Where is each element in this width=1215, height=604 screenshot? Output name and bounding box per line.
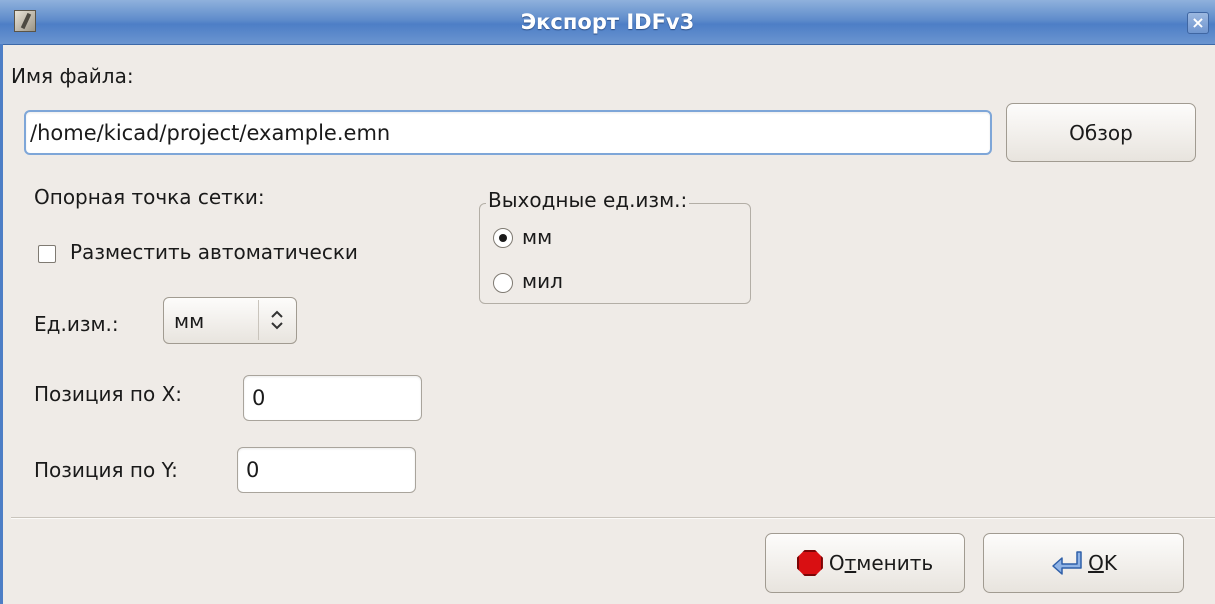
window-title: Экспорт IDFv3 bbox=[520, 10, 695, 34]
units-radio-mil[interactable] bbox=[493, 273, 513, 293]
x-position-label: Позиция по X: bbox=[34, 382, 183, 406]
window-frame-left bbox=[0, 44, 3, 604]
y-position-value: 0 bbox=[246, 458, 260, 482]
filename-input-value: /home/kicad/project/example.emn bbox=[30, 120, 391, 145]
units-select-value: мм bbox=[174, 308, 205, 333]
filename-input[interactable]: /home/kicad/project/example.emn bbox=[24, 110, 992, 155]
output-units-group bbox=[479, 203, 751, 304]
return-arrow-icon bbox=[1052, 551, 1082, 575]
units-radio-mm[interactable] bbox=[493, 228, 513, 248]
y-position-input[interactable]: 0 bbox=[237, 447, 416, 493]
units-radio-mil-label[interactable]: мил bbox=[522, 269, 563, 293]
filename-label: Имя файла: bbox=[11, 64, 134, 88]
auto-place-checkbox[interactable] bbox=[38, 245, 56, 263]
title-bar[interactable]: Экспорт IDFv3 × bbox=[0, 0, 1215, 45]
units-select-divider bbox=[258, 300, 259, 340]
browse-button[interactable]: Обзор bbox=[1006, 103, 1196, 162]
grid-origin-label: Опорная точка сетки: bbox=[34, 185, 265, 209]
ok-button[interactable]: OK bbox=[983, 533, 1184, 593]
auto-place-label[interactable]: Разместить автоматически bbox=[70, 240, 358, 264]
cancel-button[interactable]: От менить bbox=[765, 533, 965, 593]
y-position-label: Позиция по Y: bbox=[34, 458, 178, 482]
up-down-chevrons-icon[interactable] bbox=[270, 309, 284, 331]
stop-icon bbox=[796, 550, 823, 576]
cancel-button-rest: менить bbox=[856, 551, 934, 575]
output-units-label: Выходные ед.изм.: bbox=[486, 188, 690, 212]
units-label: Ед.изм.: bbox=[34, 312, 119, 336]
dialog-separator bbox=[11, 517, 1215, 519]
cancel-button-mnemonic: т bbox=[844, 551, 857, 575]
browse-button-label: Обзор bbox=[1069, 120, 1133, 145]
x-position-input[interactable]: 0 bbox=[243, 375, 422, 421]
units-radio-mm-label[interactable]: мм bbox=[522, 225, 552, 249]
x-position-value: 0 bbox=[252, 386, 266, 410]
cancel-button-prefix: О bbox=[828, 551, 845, 575]
ok-button-rest: K bbox=[1103, 551, 1117, 575]
ok-button-mnemonic: O bbox=[1088, 551, 1104, 575]
close-icon[interactable]: × bbox=[1187, 12, 1209, 34]
